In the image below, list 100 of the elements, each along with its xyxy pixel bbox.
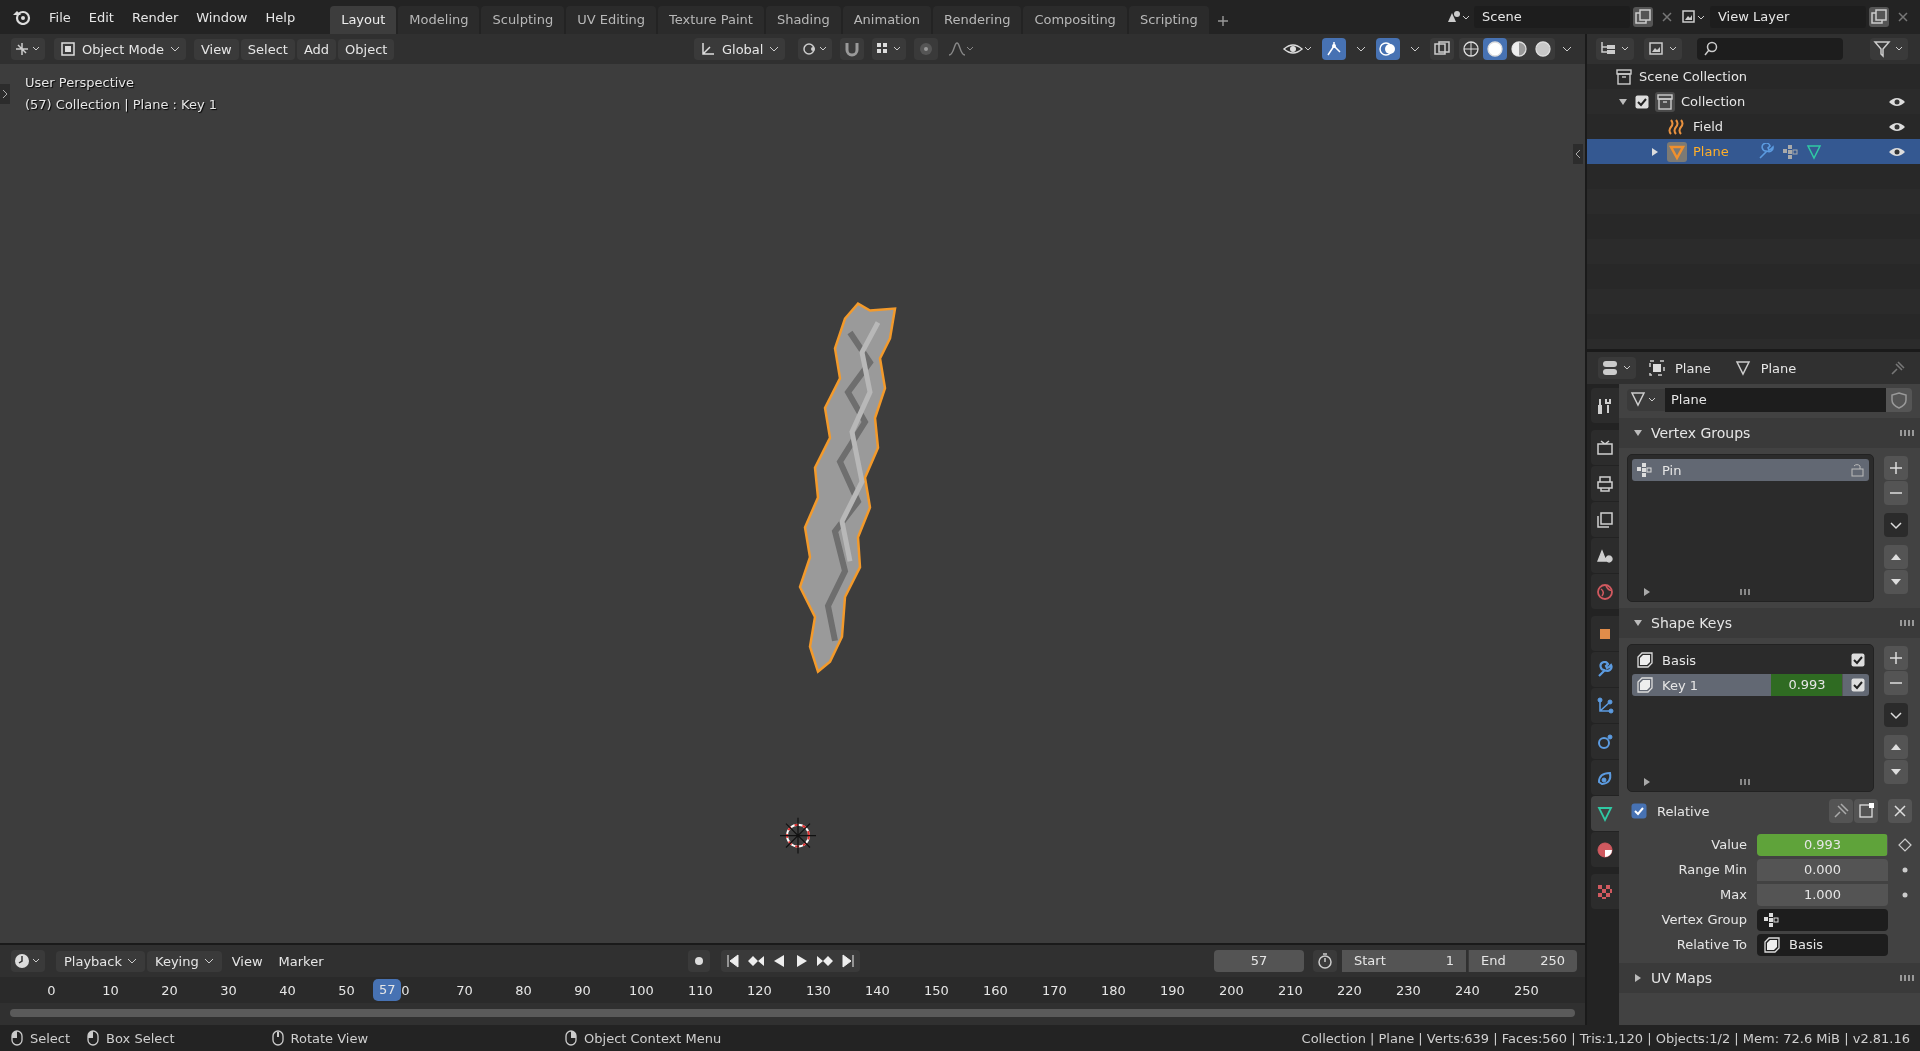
world-tab[interactable]: [1591, 574, 1619, 609]
expand-arrow-icon[interactable]: [1642, 777, 1652, 787]
stopwatch-icon[interactable]: [1313, 950, 1337, 972]
copy-icon[interactable]: [1869, 7, 1889, 27]
menu-item[interactable]: Edit: [79, 6, 123, 28]
move-up-icon[interactable]: [1884, 735, 1908, 759]
object-tab[interactable]: [1591, 616, 1619, 651]
data-tab[interactable]: [1591, 796, 1619, 831]
remove-icon[interactable]: [1884, 671, 1908, 695]
particles-tab[interactable]: [1591, 688, 1619, 723]
gizmo-icon[interactable]: [1322, 38, 1346, 60]
copy-icon[interactable]: [1633, 7, 1653, 27]
outliner-item[interactable]: Collection: [1681, 94, 1746, 109]
scene-tab[interactable]: [1591, 538, 1619, 573]
menu-item[interactable]: File: [40, 6, 80, 28]
magnet-icon[interactable]: [840, 38, 865, 60]
workspace-tab[interactable]: Animation: [842, 6, 931, 34]
close-icon[interactable]: [1888, 799, 1912, 823]
menu-item[interactable]: View: [193, 38, 239, 60]
menu-item[interactable]: Help: [256, 6, 305, 28]
outliner-item[interactable]: Plane: [1693, 144, 1729, 159]
panel-header[interactable]: UV Maps: [1619, 963, 1920, 993]
number-field[interactable]: 1.000: [1757, 883, 1888, 906]
mode-dropdown[interactable]: Object Mode: [54, 38, 186, 60]
workspace-tab[interactable]: Sculpting: [481, 6, 565, 34]
expand-arrow-icon[interactable]: [1642, 587, 1652, 597]
search-field[interactable]: [1697, 38, 1843, 60]
workspace-tab[interactable]: Rendering: [933, 6, 1022, 34]
pin-icon[interactable]: [1889, 359, 1907, 377]
workspace-tab[interactable]: Texture Paint: [658, 6, 764, 34]
checkbox[interactable]: [1851, 678, 1865, 692]
workspace-tab[interactable]: UV Editing: [566, 6, 656, 34]
specials-menu-icon[interactable]: [1884, 703, 1908, 727]
view-layer-icon[interactable]: [1681, 8, 1707, 26]
pin-icon[interactable]: [1829, 799, 1853, 823]
outliner-item[interactable]: Field: [1693, 119, 1723, 134]
add-icon[interactable]: [1884, 646, 1908, 670]
workspace-tab[interactable]: Shading: [765, 6, 841, 34]
menu-item[interactable]: Keying: [147, 950, 222, 972]
checkbox[interactable]: [1631, 803, 1647, 819]
checkbox[interactable]: [1635, 94, 1649, 109]
viewlayer-tab[interactable]: [1591, 502, 1619, 537]
outliner-item[interactable]: Scene Collection: [1639, 69, 1748, 84]
menu-item[interactable]: Playback: [56, 950, 145, 972]
relative-to-field[interactable]: Basis: [1757, 933, 1888, 956]
list-item[interactable]: Pin: [1632, 459, 1869, 481]
mesh-data-icon[interactable]: [1804, 142, 1823, 161]
tool-tab[interactable]: [1591, 388, 1619, 423]
scene-field[interactable]: Scene: [1474, 6, 1630, 28]
modifier-tab[interactable]: [1591, 652, 1619, 687]
pivot-icon[interactable]: [798, 38, 833, 60]
value-slider[interactable]: 0.993: [1771, 674, 1843, 696]
filter-icon[interactable]: [1870, 38, 1908, 60]
list-item[interactable]: Key 1 0.993: [1632, 674, 1869, 696]
display-mode-icon[interactable]: [1596, 38, 1634, 60]
remove-icon[interactable]: [1884, 481, 1908, 505]
menu-item[interactable]: View: [223, 950, 271, 972]
record-icon[interactable]: [688, 950, 711, 972]
blender-logo-icon[interactable]: [12, 9, 32, 25]
specials-menu-icon[interactable]: [1884, 513, 1908, 537]
move-down-icon[interactable]: [1884, 760, 1908, 784]
view-layer-icon[interactable]: [1644, 38, 1682, 60]
editor-type-icon[interactable]: [1598, 357, 1636, 379]
physics-tab[interactable]: [1591, 724, 1619, 759]
material-tab[interactable]: [1591, 832, 1619, 867]
keyframe-icon[interactable]: [1898, 837, 1912, 852]
end-frame-field[interactable]: End 250: [1468, 950, 1577, 972]
move-up-icon[interactable]: [1884, 545, 1908, 569]
orientation-dropdown[interactable]: Global: [693, 38, 786, 60]
solid-shading-icon[interactable]: [1483, 38, 1507, 60]
output-tab[interactable]: [1591, 466, 1619, 501]
current-frame-field[interactable]: 57: [1214, 950, 1304, 972]
panel-header[interactable]: Shape Keys: [1619, 608, 1920, 638]
checkbox[interactable]: [1851, 653, 1865, 667]
menu-item[interactable]: Select: [240, 38, 295, 60]
playhead[interactable]: 57: [373, 979, 402, 1001]
workspace-tab[interactable]: Scripting: [1128, 6, 1209, 34]
edit-mode-icon[interactable]: [1854, 799, 1878, 823]
checkbox-label[interactable]: Relative: [1657, 803, 1710, 819]
editor-type-icon[interactable]: [11, 38, 45, 60]
menu-item[interactable]: Window: [187, 6, 257, 28]
menu-item[interactable]: Render: [122, 6, 188, 28]
menu-item[interactable]: Marker: [270, 950, 332, 972]
texture-tab[interactable]: [1591, 874, 1619, 909]
overlay-icon[interactable]: [1376, 38, 1400, 60]
scrollbar[interactable]: [10, 1009, 1575, 1017]
fake-user-icon[interactable]: [1886, 388, 1912, 412]
vertex-group-icon[interactable]: [1780, 142, 1799, 161]
xray-icon[interactable]: [1430, 38, 1454, 60]
number-field[interactable]: 0.000: [1757, 858, 1888, 881]
workspace-tab[interactable]: Compositing: [1023, 6, 1127, 34]
move-down-icon[interactable]: [1884, 570, 1908, 594]
render-tab[interactable]: [1591, 430, 1619, 465]
view-layer-field[interactable]: View Layer: [1710, 6, 1866, 28]
workspace-tab[interactable]: Modeling: [398, 6, 480, 34]
clock-icon[interactable]: [11, 950, 45, 972]
menu-item[interactable]: Add: [296, 38, 337, 60]
start-frame-field[interactable]: Start 1: [1342, 950, 1466, 972]
workspace-tab[interactable]: Layout: [330, 6, 397, 34]
proportional-icon[interactable]: [914, 38, 939, 60]
